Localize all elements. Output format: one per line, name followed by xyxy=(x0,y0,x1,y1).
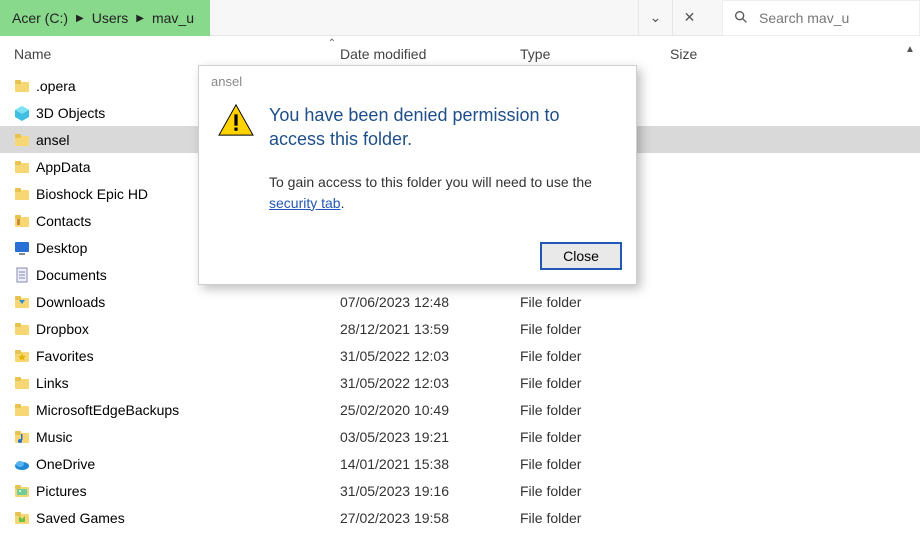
file-type: File folder xyxy=(520,456,670,472)
dialog-body: You have been denied permission to acces… xyxy=(199,103,636,234)
folder-icon xyxy=(14,78,36,94)
breadcrumb[interactable]: Acer (C:) ▶ Users ▶ mav_u xyxy=(0,0,210,36)
folder-icon xyxy=(14,294,36,310)
file-name: Dropbox xyxy=(36,321,340,337)
file-name: Favorites xyxy=(36,348,340,364)
file-type: File folder xyxy=(520,429,670,445)
file-date: 31/05/2022 12:03 xyxy=(340,348,520,364)
chevron-right-icon: ▶ xyxy=(74,13,86,24)
folder-icon xyxy=(14,510,36,526)
file-type: File folder xyxy=(520,348,670,364)
chevron-right-icon: ▶ xyxy=(134,13,146,24)
folder-icon xyxy=(14,267,36,283)
permission-dialog: ansel You have been denied permission to… xyxy=(198,65,637,285)
file-type: File folder xyxy=(520,510,670,526)
table-row[interactable]: Downloads07/06/2023 12:48File folder xyxy=(0,288,920,315)
table-row[interactable]: Dropbox28/12/2021 13:59File folder xyxy=(0,315,920,342)
column-header-size[interactable]: Size xyxy=(670,46,790,62)
dialog-message: To gain access to this folder you will n… xyxy=(269,172,618,214)
file-name: Links xyxy=(36,375,340,391)
folder-icon xyxy=(14,348,36,364)
table-row[interactable]: OneDrive14/01/2021 15:38File folder xyxy=(0,450,920,477)
dialog-headline: You have been denied permission to acces… xyxy=(269,103,618,152)
folder-icon xyxy=(14,321,36,337)
security-tab-link[interactable]: security tab xyxy=(269,195,341,211)
dialog-title: ansel xyxy=(199,66,636,103)
dialog-message-after: . xyxy=(341,195,345,211)
file-type: File folder xyxy=(520,375,670,391)
folder-icon xyxy=(14,105,36,121)
folder-icon xyxy=(14,159,36,175)
file-date: 28/12/2021 13:59 xyxy=(340,321,520,337)
file-date: 03/05/2023 19:21 xyxy=(340,429,520,445)
folder-icon xyxy=(14,132,36,148)
file-date: 25/02/2020 10:49 xyxy=(340,402,520,418)
history-dropdown-button[interactable]: ⌄ xyxy=(638,0,672,36)
file-name: Music xyxy=(36,429,340,445)
file-type: File folder xyxy=(520,321,670,337)
file-type: File folder xyxy=(520,402,670,418)
close-button[interactable]: Close xyxy=(540,242,622,270)
table-row[interactable]: Saved Games27/02/2023 19:58File folder xyxy=(0,504,920,531)
column-header-name-label: Name xyxy=(14,46,51,62)
vertical-scrollbar[interactable]: ▲ xyxy=(902,40,918,553)
folder-icon xyxy=(14,213,36,229)
folder-icon xyxy=(14,375,36,391)
close-icon: ✕ xyxy=(684,9,696,26)
file-name: MicrosoftEdgeBackups xyxy=(36,402,340,418)
column-header-type[interactable]: Type xyxy=(520,46,670,62)
folder-icon xyxy=(14,186,36,202)
table-row[interactable]: MicrosoftEdgeBackups25/02/2020 10:49File… xyxy=(0,396,920,423)
column-header-name[interactable]: Name ⌃ xyxy=(14,46,340,62)
folder-icon xyxy=(14,483,36,499)
file-date: 07/06/2023 12:48 xyxy=(340,294,520,310)
file-type: File folder xyxy=(520,294,670,310)
file-type: File folder xyxy=(520,483,670,499)
file-name: Saved Games xyxy=(36,510,340,526)
folder-icon xyxy=(14,402,36,418)
breadcrumb-seg-1[interactable]: Users xyxy=(86,10,135,26)
dialog-text: You have been denied permission to acces… xyxy=(269,103,618,214)
folder-icon xyxy=(14,240,36,256)
file-name: Pictures xyxy=(36,483,340,499)
chevron-down-icon: ⌄ xyxy=(650,9,662,26)
search-placeholder: Search mav_u xyxy=(759,10,849,26)
address-toolbar: Acer (C:) ▶ Users ▶ mav_u ⌄ ✕ Search mav… xyxy=(0,0,920,36)
scroll-up-icon[interactable]: ▲ xyxy=(902,40,918,58)
toolbar-gap xyxy=(706,0,722,35)
table-row[interactable]: Favorites31/05/2022 12:03File folder xyxy=(0,342,920,369)
address-spacer xyxy=(210,0,638,35)
table-row[interactable]: Links31/05/2022 12:03File folder xyxy=(0,369,920,396)
file-date: 31/05/2022 12:03 xyxy=(340,375,520,391)
address-history-controls: ⌄ ✕ xyxy=(638,0,706,35)
file-name: OneDrive xyxy=(36,456,340,472)
table-row[interactable]: Pictures31/05/2023 19:16File folder xyxy=(0,477,920,504)
close-tab-button[interactable]: ✕ xyxy=(672,0,706,36)
folder-icon xyxy=(14,456,36,472)
file-date: 14/01/2021 15:38 xyxy=(340,456,520,472)
file-date: 27/02/2023 19:58 xyxy=(340,510,520,526)
dialog-footer: Close xyxy=(199,234,636,284)
search-icon xyxy=(733,9,749,28)
table-row[interactable]: Music03/05/2023 19:21File folder xyxy=(0,423,920,450)
sort-indicator-icon: ⌃ xyxy=(328,38,336,49)
warning-icon xyxy=(217,103,255,137)
folder-icon xyxy=(14,429,36,445)
file-name: Downloads xyxy=(36,294,340,310)
column-header-date[interactable]: Date modified xyxy=(340,46,520,62)
search-input[interactable]: Search mav_u xyxy=(722,0,920,36)
file-date: 31/05/2023 19:16 xyxy=(340,483,520,499)
dialog-message-before: To gain access to this folder you will n… xyxy=(269,174,592,190)
breadcrumb-seg-0[interactable]: Acer (C:) xyxy=(6,10,74,26)
breadcrumb-seg-2[interactable]: mav_u xyxy=(146,10,200,26)
